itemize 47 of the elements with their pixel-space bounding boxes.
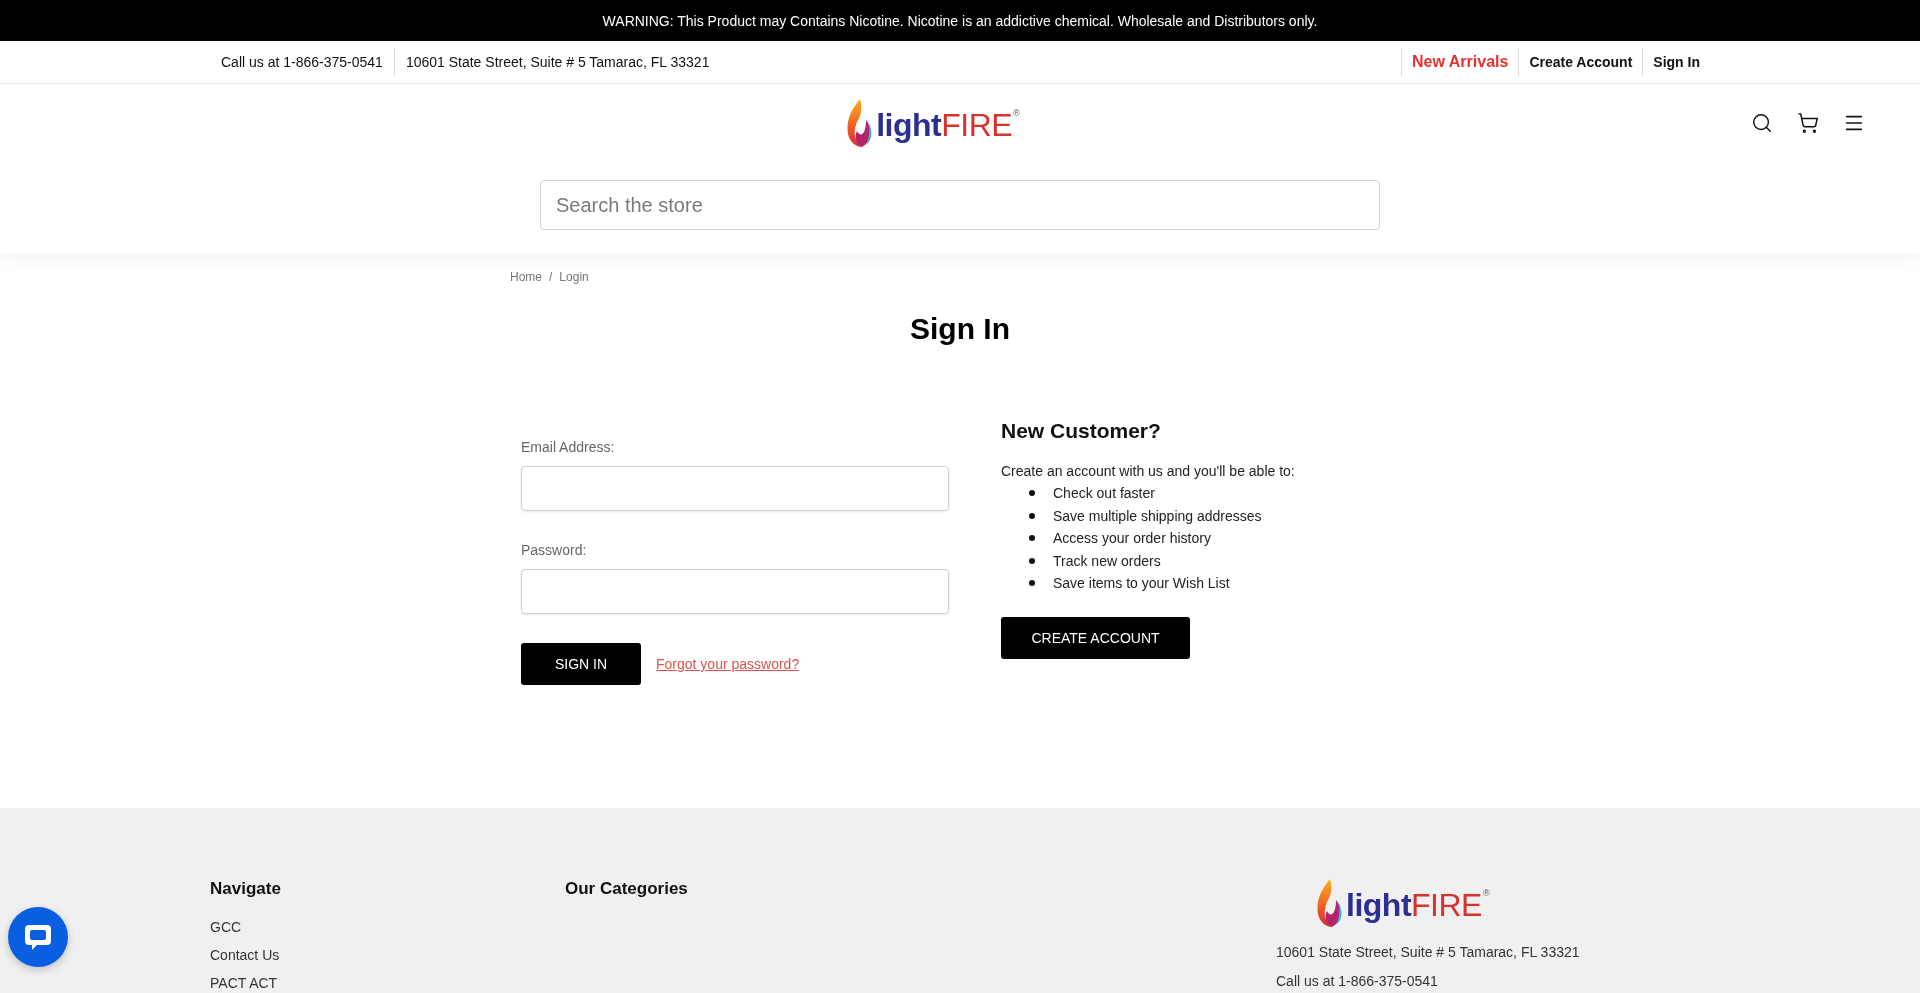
breadcrumb-link[interactable]: Home [510, 270, 542, 284]
forgot-password-link[interactable]: Forgot your password? [656, 656, 800, 672]
benefit-text: Track new orders [1053, 552, 1161, 569]
bullet-icon [1029, 557, 1035, 564]
bullet-icon [1029, 512, 1035, 519]
benefit-text: Save multiple shipping addresses [1053, 507, 1262, 524]
bullet-icon [1029, 535, 1035, 542]
nav-link[interactable]: Create Account [1519, 54, 1643, 70]
store-address: 10601 State Street, Suite # 5 Tamarac, FL 33321 [1276, 943, 1581, 961]
contact-text: 10601 State Street, Suite # 5 Tamarac, FL 33321 [404, 54, 711, 70]
section-title: New Customer? [1001, 418, 1162, 444]
search-field[interactable]: Search the store [540, 180, 1380, 230]
benefit-text: Check out faster [1053, 485, 1155, 502]
logo-text: light [876, 109, 942, 141]
footer-link[interactable]: PACT ACT [210, 974, 565, 992]
input-field[interactable] [521, 569, 949, 614]
registered-mark: ® [1482, 889, 1490, 898]
footer-heading: Our Categories [565, 878, 689, 900]
breadcrumb-link[interactable]: Login [559, 270, 589, 284]
flame-icon [1316, 879, 1343, 927]
nav-link[interactable]: Sign In [1643, 54, 1710, 70]
page-title: Sign In [909, 311, 1011, 347]
field-label: Password: [521, 542, 588, 559]
create-account-button[interactable]: CREATE ACCOUNT [1001, 616, 1190, 659]
logo-text: light [1346, 889, 1412, 921]
nav-link[interactable]: New Arrivals [1402, 53, 1519, 71]
benefit-text: Save items to your Wish List [1053, 575, 1230, 592]
store-phone: Call us at 1-866-375-0541 [1276, 972, 1439, 990]
logo-text: FIRE [1411, 889, 1482, 921]
footer-heading: Navigate [210, 878, 282, 900]
warning-text: WARNING: This Product may Contains Nicotine. Nicotine is an addictive chemical. Wholesale and Distributors only. [602, 12, 1318, 29]
chat-icon [24, 923, 52, 951]
breadcrumb-separator: / [549, 270, 553, 284]
bullet-icon [1029, 490, 1035, 497]
sign-in-button[interactable]: SIGN IN [521, 643, 641, 685]
input-field[interactable] [521, 466, 949, 511]
footer-link[interactable]: Contact Us [210, 946, 565, 964]
flame-icon [846, 99, 874, 147]
logo-text: FIRE [941, 109, 1013, 141]
footer-link[interactable]: GCC [210, 918, 565, 936]
contact-text: Call us at 1-866-375-0541 [221, 54, 384, 70]
cart-icon[interactable] [1796, 110, 1820, 135]
benefit-text: Access your order history [1053, 530, 1211, 547]
intro-text: Create an account with us and you'll be able to: [1001, 463, 1296, 480]
field-label: Email Address: [521, 439, 616, 456]
bullet-icon [1029, 580, 1035, 587]
registered-mark: ® [1013, 109, 1020, 118]
